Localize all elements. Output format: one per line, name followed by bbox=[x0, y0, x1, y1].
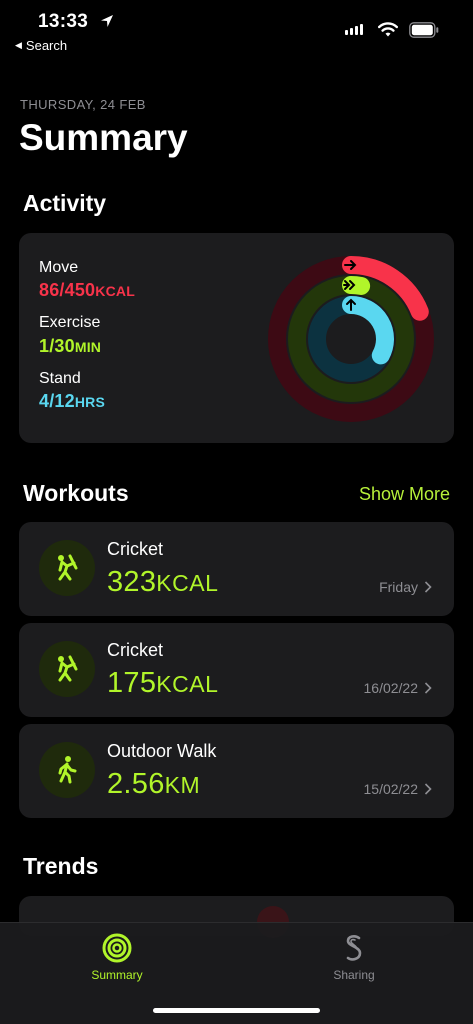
workout-name: Outdoor Walk bbox=[107, 741, 217, 761]
workout-date: 15/02/22 bbox=[364, 781, 433, 797]
workout-date-label: Friday bbox=[379, 579, 418, 595]
workout-card-cricket-2[interactable]: Cricket 175KCAL 16/02/22 bbox=[19, 623, 454, 717]
workout-date-label: 15/02/22 bbox=[363, 781, 419, 797]
back-triangle-icon: ◀ bbox=[15, 40, 22, 50]
workout-value: 323KCAL bbox=[107, 566, 218, 599]
walk-icon bbox=[39, 742, 95, 798]
battery-icon bbox=[409, 22, 439, 38]
stand-value-number: 4/12 bbox=[39, 391, 75, 411]
back-label: Search bbox=[25, 38, 68, 53]
trends-heading: Trends bbox=[23, 853, 99, 879]
cricket-icon bbox=[39, 641, 95, 697]
workout-card-cricket-1[interactable]: Cricket 323KCAL Friday bbox=[19, 522, 454, 616]
cellular-signal-icon bbox=[345, 24, 363, 35]
workout-card-outdoor-walk[interactable]: Outdoor Walk 2.56KM 15/02/22 bbox=[19, 724, 454, 818]
move-value: 86/450KCAL bbox=[39, 280, 135, 301]
workout-date: 16/02/22 bbox=[364, 680, 433, 696]
wifi-icon bbox=[378, 22, 398, 37]
chevron-right-icon bbox=[424, 581, 432, 593]
chevron-right-icon bbox=[424, 682, 432, 694]
show-more-link[interactable]: Show More bbox=[359, 484, 450, 505]
workout-unit: KCAL bbox=[156, 671, 219, 697]
activity-heading: Activity bbox=[23, 190, 107, 216]
clock: 13:33 bbox=[38, 11, 89, 32]
home-indicator bbox=[153, 1008, 320, 1013]
workout-date: Friday bbox=[379, 579, 432, 595]
move-label: Move bbox=[39, 259, 79, 276]
tab-summary[interactable]: Summary bbox=[57, 932, 177, 982]
cricket-icon bbox=[39, 540, 95, 596]
status-bar: 13:33 ◀ Search bbox=[0, 0, 473, 58]
stand-ring-progress bbox=[342, 296, 394, 365]
workout-value: 2.56KM bbox=[107, 768, 200, 801]
exercise-label: Exercise bbox=[39, 314, 101, 331]
workout-value-number: 175 bbox=[107, 667, 157, 699]
workout-value-number: 323 bbox=[107, 566, 157, 598]
stand-unit: HRS bbox=[74, 394, 106, 410]
workouts-heading: Workouts bbox=[23, 480, 129, 506]
exercise-unit: MIN bbox=[74, 339, 102, 355]
exercise-value-number: 1/30 bbox=[39, 336, 75, 356]
activity-card[interactable]: Move 86/450KCAL Exercise 1/30MIN Stand 4… bbox=[19, 233, 454, 443]
activity-rings-icon bbox=[102, 933, 132, 963]
move-unit: KCAL bbox=[95, 283, 135, 299]
workout-unit: KM bbox=[164, 772, 201, 798]
chevron-right-icon bbox=[424, 783, 432, 795]
workout-name: Cricket bbox=[107, 640, 164, 660]
workout-value: 175KCAL bbox=[107, 667, 218, 700]
activity-rings bbox=[268, 256, 434, 422]
sharing-icon bbox=[346, 935, 362, 961]
date-label: THURSDAY, 24 FEB bbox=[20, 97, 146, 112]
exercise-value: 1/30MIN bbox=[39, 336, 101, 357]
workout-date-label: 16/02/22 bbox=[363, 680, 419, 696]
workout-name: Cricket bbox=[107, 539, 164, 559]
workout-value-number: 2.56 bbox=[107, 768, 165, 800]
back-to-search-button[interactable]: ◀ Search bbox=[15, 38, 67, 53]
stand-label: Stand bbox=[39, 370, 81, 387]
page-title: Summary bbox=[19, 117, 188, 158]
location-arrow-icon bbox=[101, 15, 113, 27]
tab-sharing-label: Sharing bbox=[333, 968, 375, 982]
move-value-number: 86/450 bbox=[39, 280, 96, 300]
workout-unit: KCAL bbox=[156, 570, 219, 596]
stand-value: 4/12HRS bbox=[39, 391, 105, 412]
tab-sharing[interactable]: Sharing bbox=[294, 932, 414, 982]
tab-summary-label: Summary bbox=[91, 968, 143, 982]
